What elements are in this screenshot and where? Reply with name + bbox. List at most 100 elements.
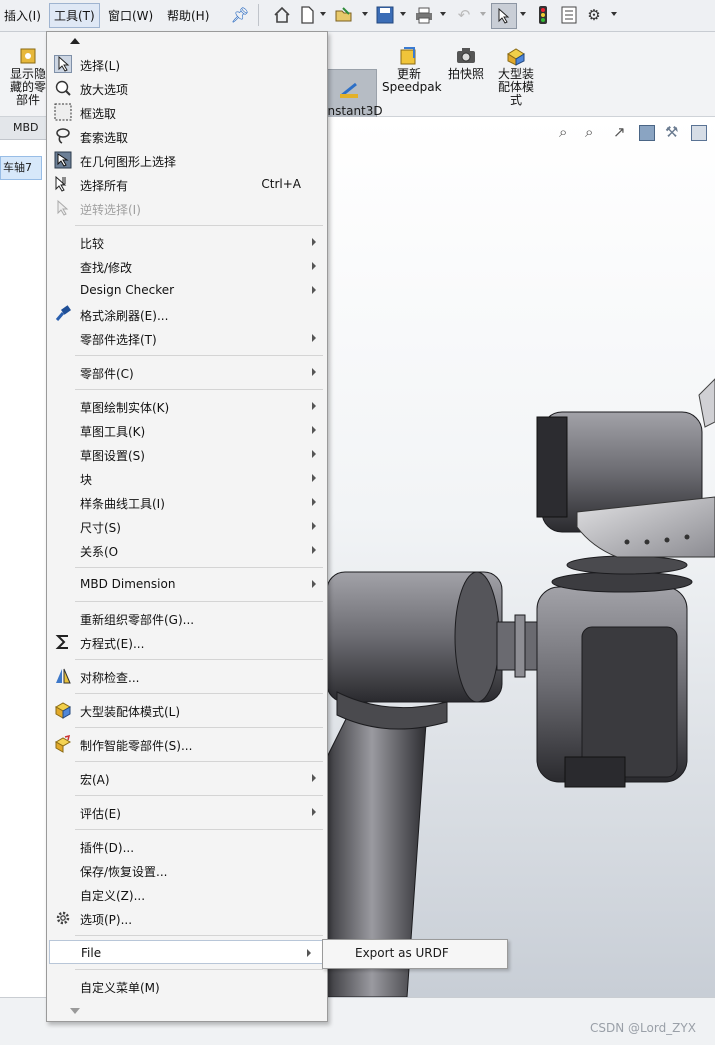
- menu-item-label: 大型装配体模式(L): [80, 705, 181, 719]
- menu-item-label: 关系(O: [80, 545, 119, 559]
- save-icon[interactable]: [376, 6, 394, 24]
- print-icon[interactable]: [415, 6, 433, 24]
- print-dropdown-caret[interactable]: [440, 12, 446, 16]
- menu-separator: [75, 225, 323, 226]
- menu-item-查找-修改[interactable]: 查找/修改: [47, 254, 327, 278]
- menu-separator: [75, 761, 323, 762]
- menu-separator: [75, 727, 323, 728]
- show-hidden-icon: [20, 48, 36, 64]
- select-dropdown-caret[interactable]: [520, 12, 526, 16]
- menu-item-插件[interactable]: 插件(D)...: [47, 834, 327, 858]
- large-assembly-icon: [507, 48, 525, 66]
- menu-insert[interactable]: 插入(I): [4, 7, 41, 24]
- submenu-arrow-icon: [312, 286, 316, 294]
- graphics-viewport[interactable]: ⌕ ⌕ ↗ ⚒: [327, 117, 715, 997]
- menu-item-套索选取[interactable]: 套索选取: [47, 124, 327, 148]
- menu-item-草图绘制实体[interactable]: 草图绘制实体(K): [47, 394, 327, 418]
- undo-dropdown-caret[interactable]: [480, 12, 486, 16]
- menu-item-零部件[interactable]: 零部件(C): [47, 360, 327, 384]
- menu-item-方程式[interactable]: 方程式(E)...: [47, 630, 327, 654]
- menu-help[interactable]: 帮助(H): [167, 7, 209, 24]
- menu-scroll-down-arrow[interactable]: [70, 1008, 80, 1014]
- menu-item-自定义菜单[interactable]: 自定义菜单(M): [47, 974, 327, 998]
- options-dropdown-caret[interactable]: [611, 12, 617, 16]
- menu-item-块[interactable]: 块: [47, 466, 327, 490]
- menu-item-mbd-dimension[interactable]: MBD Dimension: [47, 572, 327, 596]
- menu-item-自定义[interactable]: 自定义(Z)...: [47, 882, 327, 906]
- sigma-icon: [54, 633, 72, 651]
- menu-item-尺寸[interactable]: 尺寸(S): [47, 514, 327, 538]
- menu-item-放大选项[interactable]: 放大选项: [47, 76, 327, 100]
- camera-icon: [457, 48, 475, 63]
- submenu-arrow-icon: [312, 334, 316, 342]
- update-speedpak-label: 更新 Speedpak: [382, 67, 442, 94]
- large-assembly-mode-button[interactable]: 大型装 配体模 式: [494, 46, 538, 107]
- submenu-arrow-icon: [312, 238, 316, 246]
- magnify-select-icon: [54, 79, 72, 97]
- menu-scroll-up-arrow[interactable]: [70, 38, 80, 44]
- menu-item-零部件选择[interactable]: 零部件选择(T): [47, 326, 327, 350]
- lasso-icon: [54, 127, 72, 145]
- menu-item-label: 选择所有: [80, 179, 129, 193]
- robot-arm-model[interactable]: [327, 117, 715, 997]
- instant3d-icon: [340, 82, 358, 98]
- submenu-arrow-icon: [307, 949, 311, 957]
- submenu-arrow-icon: [312, 402, 316, 410]
- large-assembly-icon: [54, 701, 72, 719]
- save-dropdown-caret[interactable]: [400, 12, 406, 16]
- menu-item-评估[interactable]: 评估(E): [47, 800, 327, 824]
- menu-separator: [75, 389, 323, 390]
- pin-icon[interactable]: 📌︎: [230, 6, 249, 24]
- tab-mbd[interactable]: MBD: [13, 121, 39, 134]
- submenu-arrow-icon: [312, 474, 316, 482]
- feature-tree-item[interactable]: 车轴7: [0, 156, 42, 180]
- show-hidden-label: 显示隐 藏的零 部件: [9, 67, 46, 107]
- menu-item-保存-恢复设置[interactable]: 保存/恢复设置...: [47, 858, 327, 882]
- menu-item-草图工具[interactable]: 草图工具(K): [47, 418, 327, 442]
- menu-item-草图设置[interactable]: 草图设置(S): [47, 442, 327, 466]
- geometry-select-icon: [54, 151, 72, 169]
- menu-item-label: 草图绘制实体(K): [80, 401, 170, 415]
- menu-item-宏[interactable]: 宏(A): [47, 766, 327, 790]
- export-as-urdf-item[interactable]: Export as URDF: [355, 946, 449, 960]
- smart-component-icon: [54, 734, 72, 753]
- new-document-icon[interactable]: [298, 6, 316, 24]
- menu-item-在几何图形上选择[interactable]: 在几何图形上选择: [47, 148, 327, 172]
- traffic-light-icon[interactable]: [534, 6, 552, 24]
- menu-item-大型装配体模式[interactable]: 大型装配体模式(L): [47, 698, 327, 722]
- menu-item-label: 块: [80, 473, 93, 487]
- submenu-arrow-icon: [312, 580, 316, 588]
- menu-item-制作智能零部件[interactable]: 制作智能零部件(S)...: [47, 732, 327, 756]
- options-gear-icon[interactable]: ⚙: [585, 6, 603, 24]
- menu-item-格式涂刷器[interactable]: 格式涂刷器(E)...: [47, 302, 327, 326]
- cursor-icon: [54, 55, 72, 73]
- menu-item-design-checker[interactable]: Design Checker: [47, 278, 327, 302]
- show-hidden-components-button[interactable]: 显示隐 藏的零 部件: [8, 46, 48, 107]
- menu-item-关系[interactable]: 关系(O: [47, 538, 327, 562]
- menu-window[interactable]: 窗口(W): [108, 7, 153, 24]
- select-cursor-icon[interactable]: [491, 3, 517, 29]
- open-folder-icon[interactable]: [335, 6, 353, 24]
- menu-item-选项[interactable]: 选项(P)...: [47, 906, 327, 930]
- menu-separator: [75, 601, 323, 602]
- menu-item-框选取[interactable]: 框选取: [47, 100, 327, 124]
- undo-icon[interactable]: ↶: [455, 6, 473, 24]
- menu-item-重新组织零部件[interactable]: 重新组织零部件(G)...: [47, 606, 327, 630]
- home-icon[interactable]: [273, 6, 291, 24]
- menu-item-label: 草图设置(S): [80, 449, 145, 463]
- menu-item-file[interactable]: File: [49, 940, 323, 964]
- menu-item-label: 自定义菜单(M): [80, 981, 160, 995]
- submenu-arrow-icon: [312, 522, 316, 530]
- menu-item-样条曲线工具[interactable]: 样条曲线工具(I): [47, 490, 327, 514]
- new-dropdown-caret[interactable]: [320, 12, 326, 16]
- menu-item-对称检查[interactable]: 对称检查...: [47, 664, 327, 688]
- submenu-arrow-icon: [312, 774, 316, 782]
- menu-item-选择[interactable]: 选择(L): [47, 52, 327, 76]
- open-dropdown-caret[interactable]: [362, 12, 368, 16]
- file-properties-icon[interactable]: [560, 6, 578, 24]
- menu-item-比较[interactable]: 比较: [47, 230, 327, 254]
- snapshot-button[interactable]: 拍快照: [444, 46, 488, 81]
- menu-tools[interactable]: 工具(T): [49, 3, 100, 28]
- update-speedpak-button[interactable]: 更新 Speedpak: [382, 46, 442, 94]
- menu-item-选择所有[interactable]: 选择所有 Ctrl+A: [47, 172, 327, 196]
